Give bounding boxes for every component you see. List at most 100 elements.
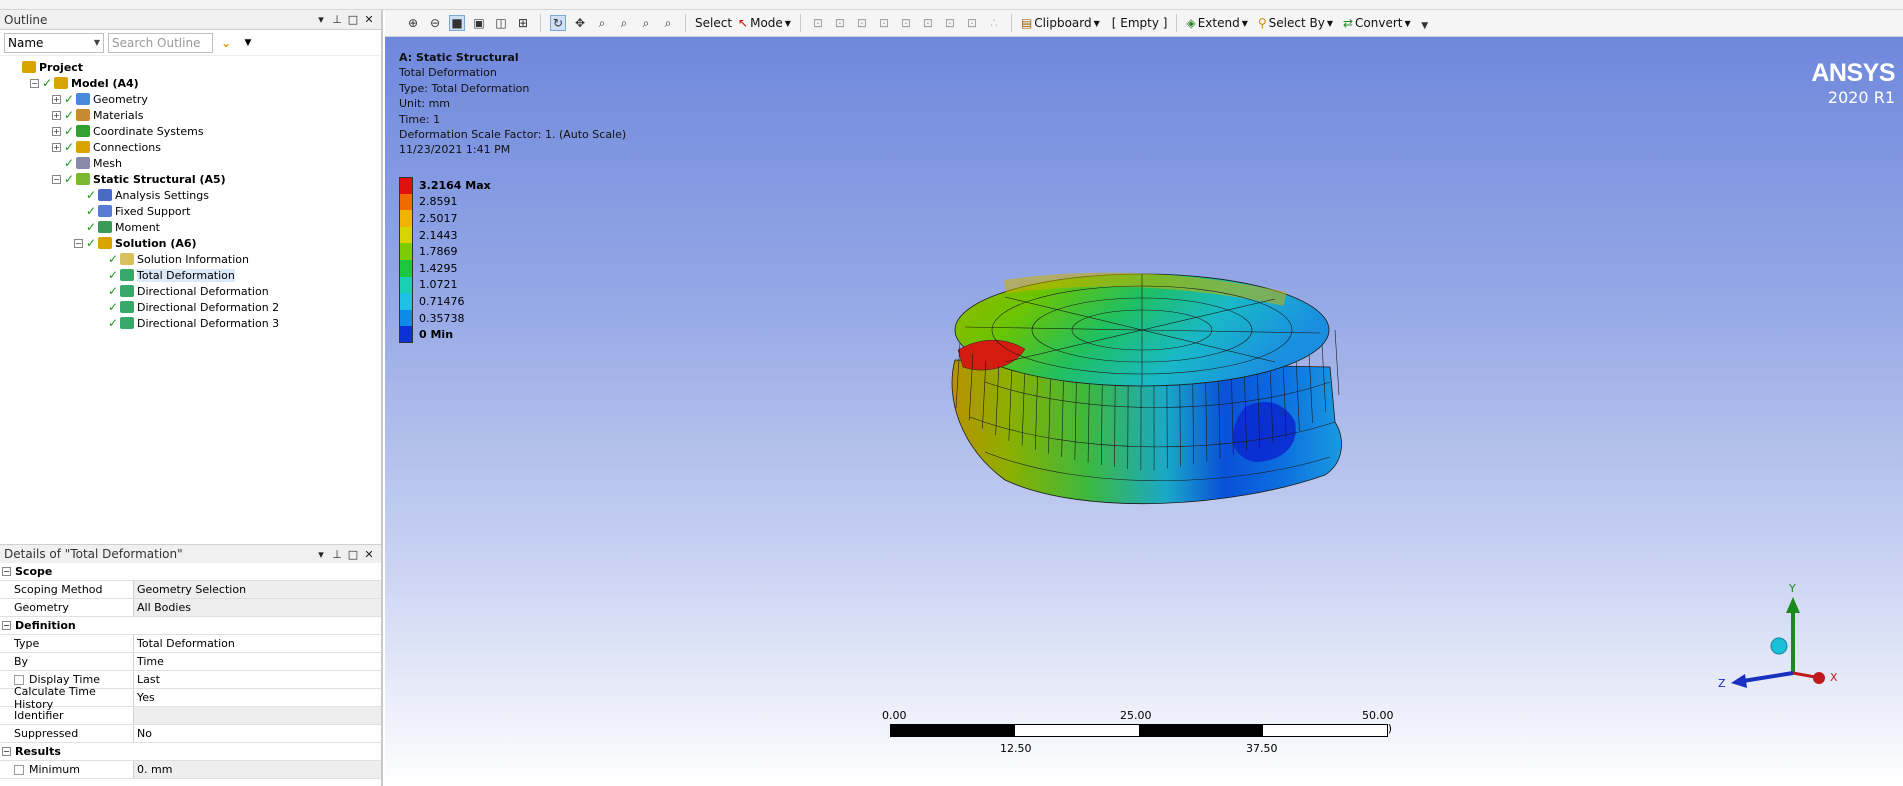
dropdown-icon[interactable]: ▼ <box>239 34 257 52</box>
pane-menu-icon[interactable]: ▾ <box>313 546 329 562</box>
select-button[interactable]: Select <box>695 16 732 30</box>
prop-scoping-method[interactable]: Scoping Method Geometry Selection <box>0 581 381 599</box>
tree-item-label: Connections <box>93 140 161 154</box>
tree-item[interactable]: Project <box>0 59 381 75</box>
expand-toggle-icon[interactable]: + <box>52 94 61 104</box>
tree-item[interactable]: ✓ Analysis Settings <box>0 187 381 203</box>
tree-item[interactable]: − ✓ Static Structural (A5) <box>0 171 381 187</box>
section-results[interactable]: − Results <box>0 743 381 761</box>
prop-value[interactable]: Geometry Selection <box>134 581 381 598</box>
prop-value[interactable]: Total Deformation <box>134 635 381 652</box>
tree-item[interactable]: ✓ Total Deformation <box>0 267 381 283</box>
tree-item-label: Directional Deformation 3 <box>137 316 280 330</box>
tree-item[interactable]: ✓ Directional Deformation 3 <box>0 315 381 331</box>
pin-icon[interactable]: ⊥ <box>329 546 345 562</box>
prop-suppressed[interactable]: Suppressed No <box>0 725 381 743</box>
collapse-icon[interactable]: − <box>2 567 11 576</box>
outline-filter-combo[interactable]: Name ▼ <box>4 32 104 53</box>
prop-value[interactable]: Time <box>134 653 381 670</box>
prop-minimum[interactable]: Minimum 0. mm <box>0 761 381 779</box>
expand-toggle-icon[interactable]: − <box>30 78 39 88</box>
expand-toggle-icon[interactable]: + <box>52 142 61 152</box>
maximize-icon[interactable]: □ <box>345 546 361 562</box>
prop-value[interactable]: Yes <box>134 689 381 706</box>
zoom-out-icon[interactable]: ⊖ <box>427 15 443 31</box>
collapse-icon[interactable]: − <box>2 621 11 630</box>
tree-item[interactable]: ✓ Moment <box>0 219 381 235</box>
zoom-in-icon[interactable]: ⊕ <box>405 15 421 31</box>
prop-value[interactable] <box>134 707 381 724</box>
prop-calc-time-history[interactable]: Calculate Time History Yes <box>0 685 381 711</box>
filter-chevron-icon[interactable]: ⌄ <box>217 34 235 52</box>
select-mesh-icon[interactable]: ⊡ <box>964 15 980 31</box>
outline-toolbar: Name ▼ Search Outline ⌄ ▼ <box>0 30 381 56</box>
search-outline-input[interactable]: Search Outline <box>108 32 213 53</box>
status-check-icon: ✓ <box>86 188 97 202</box>
parameter-checkbox[interactable] <box>14 674 24 685</box>
zoom-icon[interactable]: ⌕ <box>594 15 610 31</box>
tree-item[interactable]: + ✓ Connections <box>0 139 381 155</box>
select-edge-icon[interactable]: ⊡ <box>832 15 848 31</box>
directional-deformation-icon <box>120 285 134 297</box>
tree-item[interactable]: + ✓ Materials <box>0 107 381 123</box>
prop-geometry[interactable]: Geometry All Bodies <box>0 599 381 617</box>
parameter-checkbox[interactable] <box>14 764 24 775</box>
axis-triad[interactable]: Y Z X <box>1713 577 1843 707</box>
extend-button[interactable]: ◈ Extend ▼ <box>1186 16 1247 30</box>
maximize-icon[interactable]: □ <box>345 12 361 28</box>
tree-item[interactable]: − ✓ Solution (A6) <box>0 235 381 251</box>
tree-item[interactable]: + ✓ Coordinate Systems <box>0 123 381 139</box>
prop-value[interactable]: All Bodies <box>134 599 381 616</box>
collapse-icon[interactable]: − <box>2 747 11 756</box>
convert-button[interactable]: ⇄ Convert ▼ <box>1343 16 1411 30</box>
directional-deformation-icon <box>120 301 134 313</box>
prop-identifier[interactable]: Identifier <box>0 707 381 725</box>
tree-item[interactable]: ✓ Fixed Support <box>0 203 381 219</box>
wireframe-icon[interactable]: ▣ <box>471 15 487 31</box>
tree-item[interactable]: ✓ Mesh <box>0 155 381 171</box>
close-icon[interactable]: ✕ <box>361 546 377 562</box>
select-body-icon[interactable]: ⊡ <box>876 15 892 31</box>
solid-view-icon[interactable]: ■ <box>449 15 465 31</box>
select-vertex-icon[interactable]: ⊡ <box>810 15 826 31</box>
expand-toggle-icon[interactable]: − <box>74 238 83 248</box>
prop-value[interactable]: Last <box>134 671 381 688</box>
expand-toggle-icon[interactable]: − <box>52 174 61 184</box>
pin-icon[interactable]: ⊥ <box>329 12 345 28</box>
chevron-down-icon: ▼ <box>93 38 100 47</box>
close-icon[interactable]: ✕ <box>361 12 377 28</box>
tree-item[interactable]: ✓ Directional Deformation <box>0 283 381 299</box>
status-check-icon: ✓ <box>64 156 75 170</box>
expand-toggle-icon[interactable]: + <box>52 110 61 120</box>
prop-type[interactable]: Type Total Deformation <box>0 635 381 653</box>
box-zoom-icon[interactable]: ⌕ <box>616 15 632 31</box>
rotate-icon[interactable]: ↻ <box>550 15 566 31</box>
graphics-viewport[interactable]: A: Static Structural Total Deformation T… <box>385 37 1903 786</box>
toolbar-overflow-icon[interactable]: ▼ <box>1417 18 1433 34</box>
select-by-button[interactable]: ⚲ Select By ▼ <box>1258 16 1333 30</box>
prop-by[interactable]: By Time <box>0 653 381 671</box>
deformed-model[interactable] <box>385 37 1903 786</box>
magnifier-icon[interactable]: ⌕ <box>660 15 676 31</box>
tree-item[interactable]: ✓ Directional Deformation 2 <box>0 299 381 315</box>
mesh-view-icon[interactable]: ⊞ <box>515 15 531 31</box>
tree-item[interactable]: + ✓ Geometry <box>0 91 381 107</box>
section-definition[interactable]: − Definition <box>0 617 381 635</box>
select-face-icon[interactable]: ⊡ <box>854 15 870 31</box>
clipboard-button[interactable]: ▤ Clipboard ▼ <box>1021 16 1100 30</box>
tree-item[interactable]: − ✓ Model (A4) <box>0 75 381 91</box>
status-check-icon: ✓ <box>108 284 119 298</box>
edge-view-icon[interactable]: ◫ <box>493 15 509 31</box>
mode-button[interactable]: ↖ Mode ▼ <box>738 16 791 30</box>
select-element-icon[interactable]: ⊡ <box>942 15 958 31</box>
zoom-to-fit-icon[interactable]: ⌕ <box>638 15 654 31</box>
expand-toggle-icon[interactable]: + <box>52 126 61 136</box>
pan-icon[interactable]: ✥ <box>572 15 588 31</box>
pane-menu-icon[interactable]: ▾ <box>313 12 329 28</box>
select-node-icon[interactable]: ⊡ <box>898 15 914 31</box>
tree-item[interactable]: ✓ Solution Information <box>0 251 381 267</box>
prop-value[interactable]: No <box>134 725 381 742</box>
select-point-icon[interactable]: ∴ <box>986 15 1002 31</box>
section-scope[interactable]: − Scope <box>0 563 381 581</box>
select-element-face-icon[interactable]: ⊡ <box>920 15 936 31</box>
